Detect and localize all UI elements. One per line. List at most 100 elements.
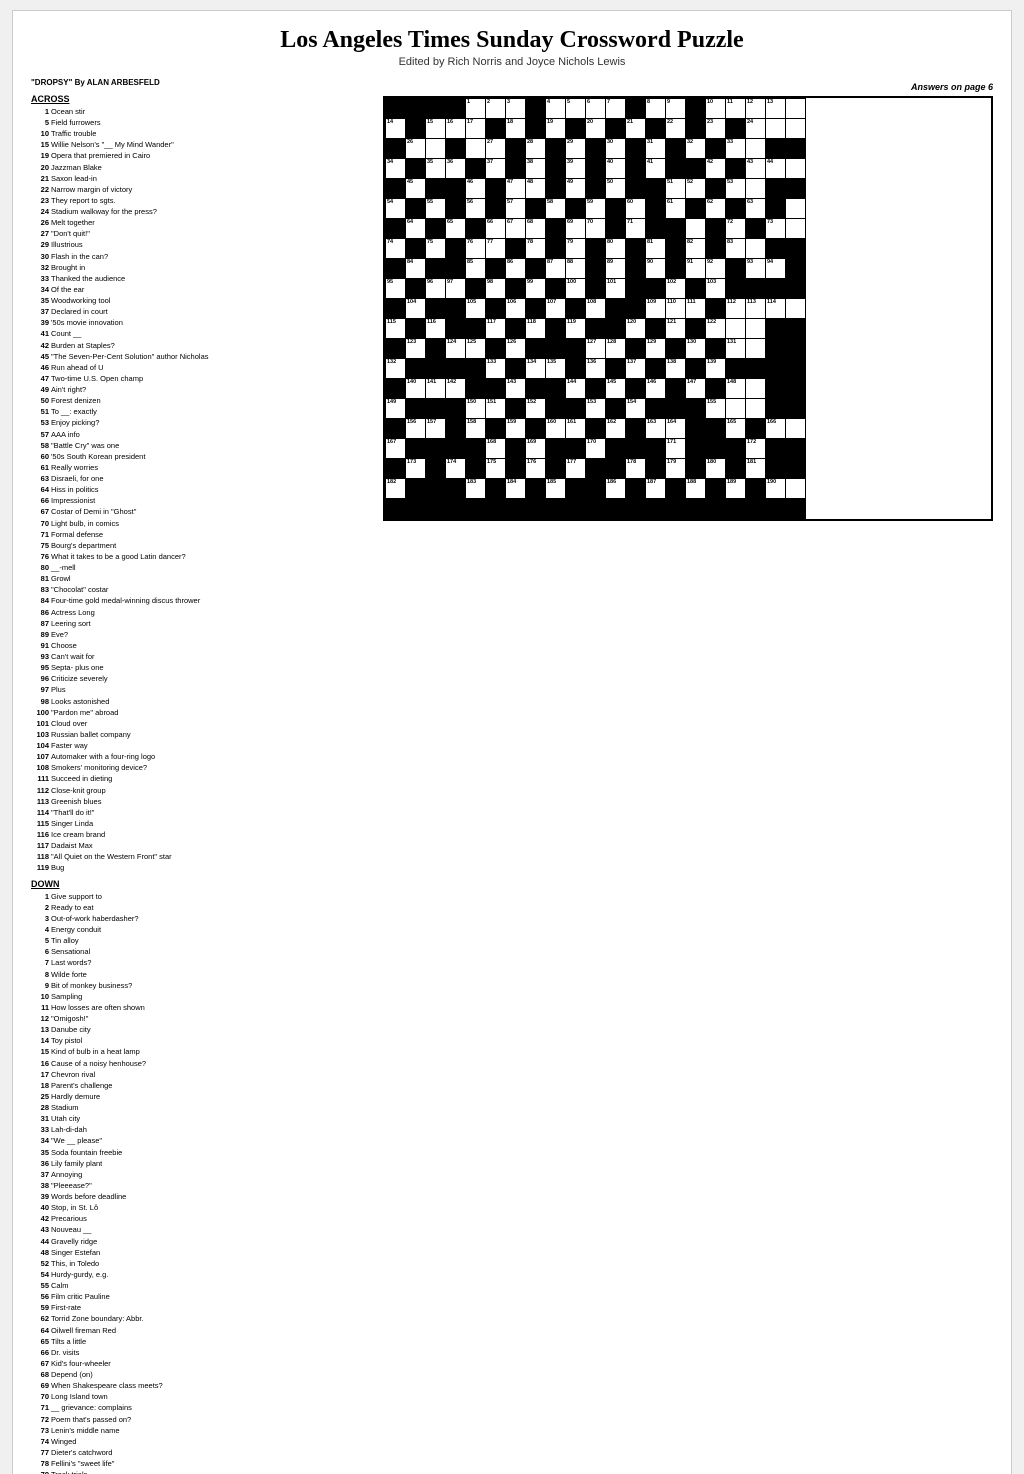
- grid-cell[interactable]: [686, 319, 706, 339]
- grid-cell[interactable]: 101: [606, 279, 626, 299]
- grid-cell[interactable]: 122: [706, 319, 726, 339]
- grid-cell[interactable]: 157: [426, 419, 446, 439]
- grid-cell[interactable]: [606, 319, 626, 339]
- grid-cell[interactable]: 144: [566, 379, 586, 399]
- grid-cell[interactable]: [486, 179, 506, 199]
- grid-cell[interactable]: 16: [446, 119, 466, 139]
- grid-cell[interactable]: [466, 359, 486, 379]
- grid-cell[interactable]: [726, 279, 746, 299]
- grid-cell[interactable]: 143: [506, 379, 526, 399]
- grid-cell[interactable]: 24: [746, 119, 766, 139]
- grid-cell[interactable]: [766, 139, 786, 159]
- grid-cell[interactable]: [626, 259, 646, 279]
- grid-cell[interactable]: [706, 239, 726, 259]
- grid-cell[interactable]: [486, 199, 506, 219]
- grid-cell[interactable]: [726, 459, 746, 479]
- grid-cell[interactable]: 91: [686, 259, 706, 279]
- grid-cell[interactable]: [766, 439, 786, 459]
- grid-cell[interactable]: 125: [466, 339, 486, 359]
- grid-cell[interactable]: 43: [746, 159, 766, 179]
- grid-cell[interactable]: [746, 339, 766, 359]
- grid-cell[interactable]: 131: [726, 339, 746, 359]
- grid-cell[interactable]: 77: [486, 239, 506, 259]
- grid-cell[interactable]: [526, 99, 546, 119]
- grid-cell[interactable]: [786, 219, 806, 239]
- grid-cell[interactable]: [546, 279, 566, 299]
- grid-cell[interactable]: 167: [386, 439, 406, 459]
- grid-cell[interactable]: 190: [766, 479, 786, 499]
- grid-cell[interactable]: [406, 499, 426, 519]
- grid-cell[interactable]: 188: [686, 479, 706, 499]
- grid-cell[interactable]: [686, 159, 706, 179]
- grid-cell[interactable]: [406, 439, 426, 459]
- grid-cell[interactable]: [786, 399, 806, 419]
- grid-cell[interactable]: 137: [626, 359, 646, 379]
- grid-cell[interactable]: 128: [606, 339, 626, 359]
- grid-cell[interactable]: [446, 299, 466, 319]
- grid-cell[interactable]: [646, 399, 666, 419]
- grid-cell[interactable]: 112: [726, 299, 746, 319]
- grid-cell[interactable]: [746, 219, 766, 239]
- grid-cell[interactable]: 115: [386, 319, 406, 339]
- grid-cell[interactable]: [426, 479, 446, 499]
- grid-cell[interactable]: 133: [486, 359, 506, 379]
- grid-cell[interactable]: [546, 459, 566, 479]
- grid-cell[interactable]: 83: [726, 239, 746, 259]
- grid-cell[interactable]: [666, 159, 686, 179]
- grid-cell[interactable]: [486, 379, 506, 399]
- grid-cell[interactable]: [666, 219, 686, 239]
- grid-cell[interactable]: [446, 99, 466, 119]
- grid-cell[interactable]: [466, 439, 486, 459]
- grid-cell[interactable]: 165: [726, 419, 746, 439]
- grid-cell[interactable]: [626, 279, 646, 299]
- grid-cell[interactable]: 155: [706, 399, 726, 419]
- grid-cell[interactable]: 93: [746, 259, 766, 279]
- grid-cell[interactable]: 179: [666, 459, 686, 479]
- grid-cell[interactable]: 72: [726, 219, 746, 239]
- grid-cell[interactable]: 116: [426, 319, 446, 339]
- grid-cell[interactable]: [426, 359, 446, 379]
- grid-cell[interactable]: [646, 279, 666, 299]
- grid-cell[interactable]: [626, 479, 646, 499]
- grid-cell[interactable]: 181: [746, 459, 766, 479]
- grid-cell[interactable]: 1: [466, 99, 486, 119]
- grid-cell[interactable]: [786, 99, 806, 119]
- grid-cell[interactable]: [526, 499, 546, 519]
- grid-cell[interactable]: 142: [446, 379, 466, 399]
- grid-cell[interactable]: [486, 499, 506, 519]
- grid-cell[interactable]: 87: [546, 259, 566, 279]
- grid-cell[interactable]: 171: [666, 439, 686, 459]
- grid-cell[interactable]: [746, 479, 766, 499]
- grid-cell[interactable]: [686, 199, 706, 219]
- grid-cell[interactable]: 69: [566, 219, 586, 239]
- grid-cell[interactable]: [526, 339, 546, 359]
- grid-cell[interactable]: 151: [486, 399, 506, 419]
- grid-cell[interactable]: [606, 219, 626, 239]
- grid-cell[interactable]: 180: [706, 459, 726, 479]
- grid-cell[interactable]: 13: [766, 99, 786, 119]
- grid-cell[interactable]: [786, 239, 806, 259]
- grid-cell[interactable]: 96: [426, 279, 446, 299]
- grid-cell[interactable]: [646, 359, 666, 379]
- grid-cell[interactable]: 164: [666, 419, 686, 439]
- grid-cell[interactable]: 132: [386, 359, 406, 379]
- grid-cell[interactable]: [506, 399, 526, 419]
- grid-cell[interactable]: [406, 119, 426, 139]
- grid-cell[interactable]: 76: [466, 239, 486, 259]
- grid-cell[interactable]: 44: [766, 159, 786, 179]
- grid-cell[interactable]: 98: [486, 279, 506, 299]
- grid-cell[interactable]: [646, 219, 666, 239]
- grid-cell[interactable]: [426, 99, 446, 119]
- grid-cell[interactable]: [446, 319, 466, 339]
- grid-cell[interactable]: [586, 259, 606, 279]
- grid-cell[interactable]: 28: [526, 139, 546, 159]
- grid-cell[interactable]: [386, 499, 406, 519]
- grid-cell[interactable]: 138: [666, 359, 686, 379]
- grid-cell[interactable]: 152: [526, 399, 546, 419]
- grid-cell[interactable]: [766, 239, 786, 259]
- grid-cell[interactable]: 29: [566, 139, 586, 159]
- grid-cell[interactable]: [506, 279, 526, 299]
- grid-cell[interactable]: [406, 279, 426, 299]
- grid-cell[interactable]: [626, 339, 646, 359]
- grid-cell[interactable]: [386, 179, 406, 199]
